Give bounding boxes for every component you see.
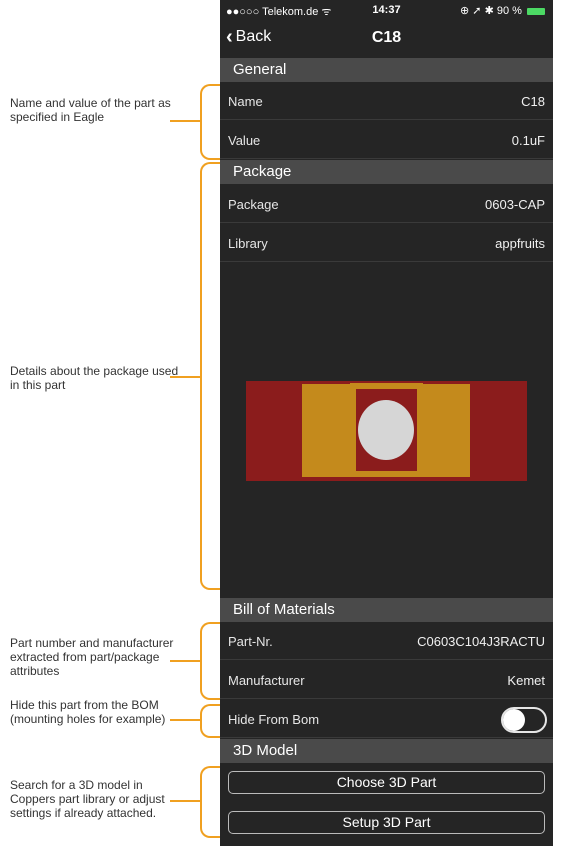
row-name[interactable]: Name C18: [220, 82, 553, 120]
page-title: C18: [371, 29, 402, 46]
annotation-brace: [200, 162, 220, 590]
row-label: Library: [228, 236, 268, 251]
row-package[interactable]: Package 0603-CAP: [220, 185, 553, 223]
battery-icon: [527, 7, 545, 15]
row-library[interactable]: Library appfruits: [220, 224, 553, 262]
footprint-hole: [358, 400, 414, 460]
annotation-connector: [170, 376, 200, 378]
row-manufacturer[interactable]: Manufacturer Kemet: [220, 661, 553, 699]
package-footprint-preview: [246, 381, 527, 481]
status-right: ⊕ ➚ ✱ 90 %: [460, 4, 545, 17]
footprint-pad-left: [302, 384, 355, 477]
setup-3d-part-button[interactable]: Setup 3D Part: [228, 811, 545, 834]
annotation-search-3d: Search for a 3D model in Coppers part li…: [10, 778, 165, 820]
section-header-package: Package: [220, 160, 553, 184]
row-value: Kemet: [507, 673, 545, 688]
annotation-connector: [170, 719, 200, 721]
section-header-general: General: [220, 58, 553, 82]
row-hide-from-bom: Hide From Bom: [220, 700, 553, 738]
status-icons: ⊕ ➚ ✱ 90 %: [460, 5, 522, 17]
annotation-part-number: Part number and manufacturer extracted f…: [10, 636, 174, 678]
annotation-connector: [170, 800, 200, 802]
annotation-brace: [200, 622, 220, 700]
annotation-connector: [170, 660, 200, 662]
footprint-pad-right: [417, 384, 470, 477]
row-label: Part-Nr.: [228, 634, 273, 649]
row-value[interactable]: Value 0.1uF: [220, 121, 553, 159]
row-label: Name: [228, 94, 263, 109]
row-part-nr[interactable]: Part-Nr. C0603C104J3RACTU: [220, 622, 553, 660]
row-label: Package: [228, 197, 279, 212]
row-value: 0603-CAP: [485, 197, 545, 212]
annotation-connector: [170, 120, 200, 122]
annotation-hide: Hide this part from the BOM (mounting ho…: [10, 698, 166, 726]
annotation-name-value: Name and value of the part as specified …: [10, 96, 171, 124]
annotation-brace: [200, 766, 220, 838]
toggle-knob: [503, 709, 525, 731]
row-label: Value: [228, 133, 261, 148]
row-label: Hide From Bom: [228, 712, 320, 727]
annotation-package: Details about the package used in this p…: [10, 364, 179, 392]
section-header-bom: Bill of Materials: [220, 598, 553, 622]
row-value-text: 0.1uF: [511, 133, 545, 148]
row-value: appfruits: [495, 236, 545, 251]
row-label: Manufacturer: [228, 673, 305, 688]
row-value: C18: [521, 94, 545, 109]
choose-3d-part-button[interactable]: Choose 3D Part: [228, 771, 545, 794]
row-value: C0603C104J3RACTU: [417, 634, 545, 649]
annotation-brace: [200, 704, 220, 738]
annotation-brace: [200, 84, 220, 160]
status-bar: ●●○○○ Telekom.de ᯤ 14:37 ⊕ ➚ ✱ 90 %: [220, 0, 553, 20]
section-header-3d-model: 3D Model: [220, 739, 553, 763]
navigation-bar: ‹ Back C18: [220, 20, 553, 56]
phone-screen: ●●○○○ Telekom.de ᯤ 14:37 ⊕ ➚ ✱ 90 % ‹ Ba…: [220, 0, 553, 846]
hide-from-bom-toggle[interactable]: [501, 707, 547, 733]
